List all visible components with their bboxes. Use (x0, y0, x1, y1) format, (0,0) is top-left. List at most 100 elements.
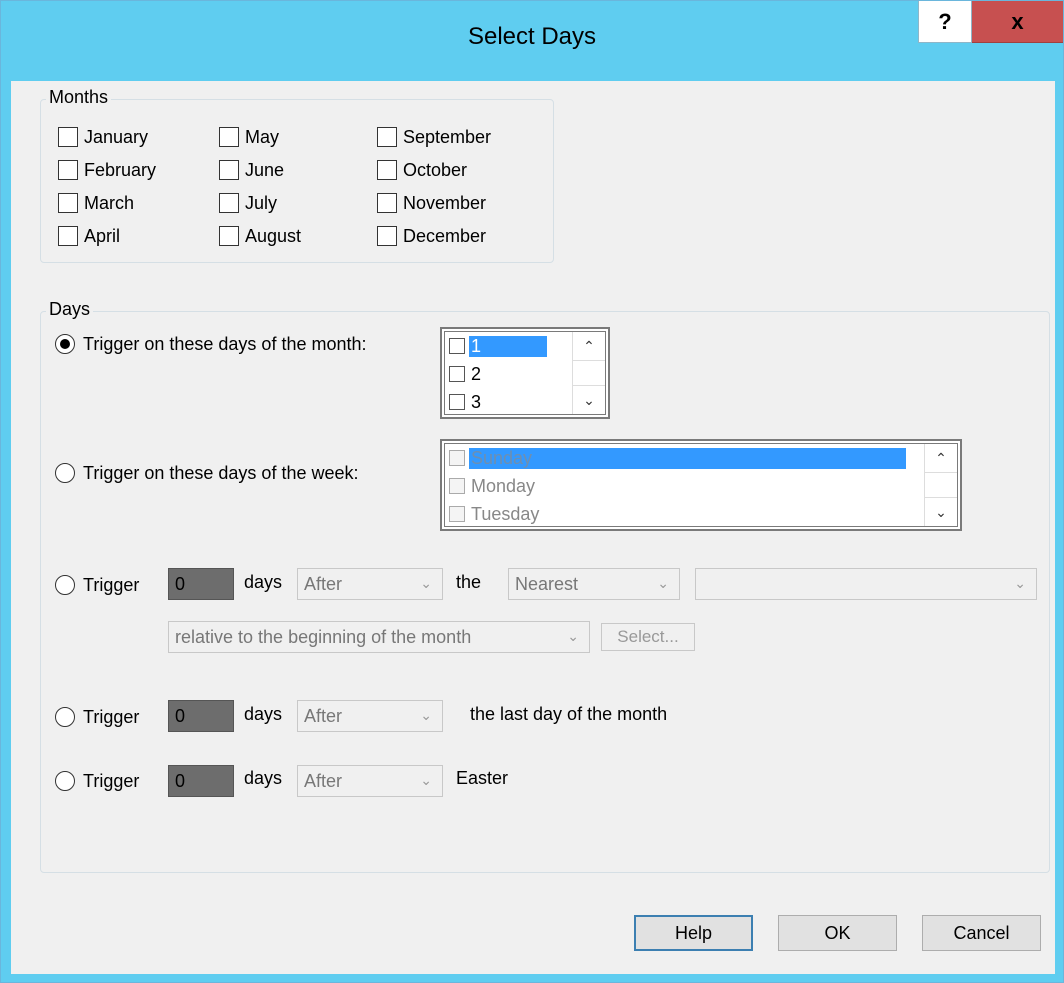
radio-label: Trigger on these days of the month: (83, 333, 367, 354)
month-august-checkbox[interactable]: August (219, 222, 301, 250)
radio-label: Trigger on these days of the week: (83, 462, 359, 483)
chevron-down-icon[interactable]: ⌄ (1014, 575, 1026, 592)
month-february-checkbox[interactable]: February (58, 156, 156, 184)
checkbox-box[interactable] (449, 450, 465, 466)
days-label: days (244, 572, 283, 592)
month-label: June (245, 159, 285, 180)
checkbox-box[interactable] (377, 226, 397, 246)
close-button[interactable]: x (972, 1, 1063, 43)
chevron-down-icon[interactable]: ⌄ (925, 497, 957, 526)
month-december-checkbox[interactable]: December (377, 222, 486, 250)
ok-button[interactable]: OK (778, 915, 897, 951)
month-may-checkbox[interactable]: May (219, 123, 279, 151)
month-label: March (84, 192, 135, 213)
list-item[interactable]: 3 (449, 388, 483, 416)
checkbox-box[interactable] (58, 160, 78, 180)
month-label: February (84, 159, 157, 180)
checkbox-box[interactable] (449, 394, 465, 410)
select-days-dialog: Select Days ? x Months January February … (0, 0, 1064, 983)
checkbox-box[interactable] (377, 193, 397, 213)
list-item-label: 3 (471, 391, 482, 412)
select-button[interactable]: Select... (601, 623, 695, 651)
cancel-button[interactable]: Cancel (922, 915, 1041, 951)
list-item[interactable]: 1 (449, 332, 547, 360)
nearest-select[interactable]: Nearest ⌄ (508, 568, 680, 600)
vertical-scrollbar[interactable]: ⌃ ⌄ (924, 444, 957, 526)
help-button[interactable]: Help (634, 915, 753, 951)
checkbox-box[interactable] (58, 127, 78, 147)
combo-value: After (304, 573, 343, 594)
chevron-up-icon[interactable]: ⌃ (573, 332, 605, 361)
help-title-button[interactable]: ? (918, 1, 972, 43)
week-days-list-inner: Sunday Monday Tuesday ⌃ ⌄ (444, 443, 958, 527)
checkbox-box[interactable] (449, 506, 465, 522)
radio-days-of-week[interactable]: Trigger on these days of the week: (55, 459, 358, 487)
last-day-label: the last day of the month (470, 704, 668, 724)
list-item[interactable]: Sunday (449, 444, 906, 472)
after-select[interactable]: After ⌄ (297, 568, 443, 600)
chevron-down-icon[interactable]: ⌄ (420, 575, 432, 592)
chevron-down-icon[interactable]: ⌄ (420, 772, 432, 789)
list-item-label: Sunday (469, 447, 906, 469)
easter-label: Easter (456, 768, 509, 788)
month-april-checkbox[interactable]: April (58, 222, 120, 250)
checkbox-box[interactable] (58, 226, 78, 246)
radio-circle-selected[interactable] (55, 334, 75, 354)
radio-trigger-easter[interactable]: Trigger (55, 767, 139, 795)
month-label: December (403, 225, 487, 246)
checkbox-box[interactable] (58, 193, 78, 213)
month-september-checkbox[interactable]: September (377, 123, 491, 151)
after-select[interactable]: After ⌄ (297, 700, 443, 732)
radio-trigger-relative[interactable]: Trigger (55, 571, 139, 599)
radio-label: Trigger (83, 706, 140, 727)
days-count-input[interactable]: 0 (168, 568, 234, 600)
month-label: October (403, 159, 468, 180)
month-march-checkbox[interactable]: March (58, 189, 134, 217)
month-label: July (245, 192, 278, 213)
checkbox-box[interactable] (449, 366, 465, 382)
checkbox-box[interactable] (219, 226, 239, 246)
after-select[interactable]: After ⌄ (297, 765, 443, 797)
radio-label: Trigger (83, 770, 140, 791)
checkbox-box[interactable] (377, 160, 397, 180)
month-june-checkbox[interactable]: June (219, 156, 284, 184)
title-bar[interactable]: Select Days ? x (1, 1, 1063, 81)
radio-days-of-month[interactable]: Trigger on these days of the month: (55, 330, 367, 358)
month-days-list-inner: 1 2 3 ⌃ ⌄ (444, 331, 606, 415)
combo-value: After (304, 705, 343, 726)
combo-value: Nearest (515, 573, 579, 594)
weekday-select[interactable]: ⌄ (695, 568, 1037, 600)
radio-circle[interactable] (55, 771, 75, 791)
month-november-checkbox[interactable]: November (377, 189, 486, 217)
checkbox-box[interactable] (377, 127, 397, 147)
checkbox-box[interactable] (219, 160, 239, 180)
radio-circle[interactable] (55, 463, 75, 483)
days-count-input[interactable]: 0 (168, 700, 234, 732)
month-october-checkbox[interactable]: October (377, 156, 467, 184)
radio-trigger-last-day[interactable]: Trigger (55, 703, 139, 731)
chevron-down-icon[interactable]: ⌄ (567, 628, 579, 645)
month-label: May (245, 126, 280, 147)
month-january-checkbox[interactable]: January (58, 123, 148, 151)
chevron-down-icon[interactable]: ⌄ (420, 707, 432, 724)
list-item[interactable]: 2 (449, 360, 483, 388)
month-days-list[interactable]: 1 2 3 ⌃ ⌄ (440, 327, 610, 419)
chevron-down-icon[interactable]: ⌄ (573, 385, 605, 414)
relative-to-select[interactable]: relative to the beginning of the month ⌄ (168, 621, 590, 653)
month-july-checkbox[interactable]: July (219, 189, 277, 217)
checkbox-box[interactable] (219, 127, 239, 147)
checkbox-box[interactable] (449, 478, 465, 494)
checkbox-box[interactable] (449, 338, 465, 354)
week-days-list[interactable]: Sunday Monday Tuesday ⌃ ⌄ (440, 439, 962, 531)
chevron-down-icon[interactable]: ⌄ (657, 575, 669, 592)
chevron-up-icon[interactable]: ⌃ (925, 444, 957, 473)
vertical-scrollbar[interactable]: ⌃ ⌄ (572, 332, 605, 414)
list-item[interactable]: Monday (449, 472, 537, 500)
list-item[interactable]: Tuesday (449, 500, 541, 528)
list-item-label: 2 (471, 363, 482, 384)
checkbox-box[interactable] (219, 193, 239, 213)
radio-circle[interactable] (55, 575, 75, 595)
radio-circle[interactable] (55, 707, 75, 727)
days-count-input[interactable]: 0 (168, 765, 234, 797)
list-item-label: Tuesday (471, 503, 540, 524)
